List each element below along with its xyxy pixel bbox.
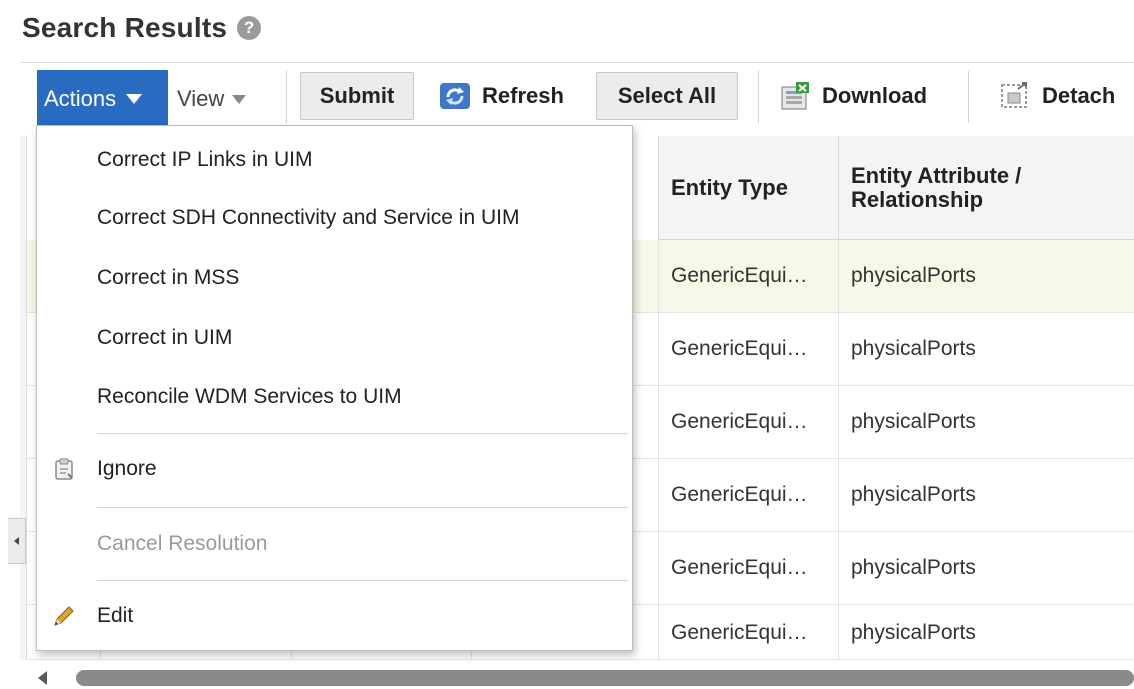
cell-entity-type: GenericEqui…	[658, 240, 838, 312]
cell-entity-attribute: physicalPorts	[838, 386, 1134, 458]
menu-item-edit[interactable]: Edit	[37, 588, 632, 644]
chevron-down-icon	[126, 94, 143, 104]
refresh-button[interactable]: Refresh	[438, 72, 564, 120]
page-title: Search Results	[22, 12, 228, 43]
cell-entity-type: GenericEqui…	[658, 605, 838, 660]
menu-item-ignore[interactable]: Ignore	[37, 441, 632, 497]
menu-item-correct-sdh[interactable]: Correct SDH Connectivity and Service in …	[37, 190, 632, 246]
download-label: Download	[822, 83, 928, 108]
menu-item-cancel-resolution: Cancel Resolution	[37, 516, 632, 572]
toolbar-divider	[758, 71, 759, 123]
menu-item-correct-ip-links[interactable]: Correct IP Links in UIM	[37, 132, 632, 188]
menu-divider	[97, 580, 628, 581]
download-button[interactable]: Download	[778, 72, 927, 120]
menu-item-label: Edit	[97, 604, 134, 627]
detach-button[interactable]: Detach	[998, 72, 1115, 120]
cell-entity-type: GenericEqui…	[658, 459, 838, 531]
toolbar: Actions View Submit Refresh Select All D…	[20, 62, 1134, 130]
menu-divider	[97, 507, 628, 508]
menu-divider	[97, 433, 628, 434]
menu-item-label: Correct IP Links in UIM	[97, 148, 313, 171]
menu-item-correct-in-mss[interactable]: Correct in MSS	[37, 250, 632, 306]
cell-entity-attribute: physicalPorts	[838, 459, 1134, 531]
collapse-panel-button[interactable]	[8, 518, 26, 564]
help-icon[interactable]: ?	[237, 16, 262, 40]
menu-item-correct-in-uim[interactable]: Correct in UIM	[37, 310, 632, 366]
view-menu-button[interactable]: View	[177, 70, 247, 128]
pencil-icon	[54, 606, 74, 626]
download-icon	[781, 82, 809, 110]
select-all-button[interactable]: Select All	[596, 72, 738, 120]
cell-entity-type: GenericEqui…	[658, 386, 838, 458]
submit-button[interactable]: Submit	[300, 72, 414, 120]
scroll-left-icon[interactable]	[38, 671, 47, 685]
menu-item-label: Correct in MSS	[97, 266, 240, 289]
scrollbar-thumb[interactable]	[76, 670, 1134, 686]
horizontal-scrollbar[interactable]	[38, 670, 1134, 686]
cell-entity-attribute: physicalPorts	[838, 532, 1134, 604]
row-header-strip	[20, 136, 27, 660]
actions-label: Actions	[44, 86, 117, 111]
cell-entity-attribute: physicalPorts	[838, 605, 1134, 660]
menu-item-label: Ignore	[97, 457, 157, 480]
column-header-entity-attribute[interactable]: Entity Attribute / Relationship	[838, 136, 1134, 240]
menu-item-label: Correct in UIM	[97, 326, 233, 349]
chevron-left-icon	[14, 537, 19, 545]
refresh-icon	[440, 83, 470, 109]
detach-icon	[1001, 82, 1027, 108]
actions-dropdown-menu: Correct IP Links in UIM Correct SDH Conn…	[36, 125, 633, 651]
menu-item-label: Correct SDH Connectivity and Service in …	[97, 206, 520, 229]
menu-item-reconcile-wdm[interactable]: Reconcile WDM Services to UIM	[37, 369, 632, 425]
cell-entity-attribute: physicalPorts	[838, 313, 1134, 385]
actions-menu-button[interactable]: Actions	[37, 70, 168, 128]
chevron-down-icon	[232, 94, 247, 104]
menu-item-label: Cancel Resolution	[97, 532, 268, 555]
toolbar-divider	[968, 71, 969, 123]
cell-entity-type: GenericEqui…	[658, 532, 838, 604]
refresh-label: Refresh	[482, 83, 564, 108]
view-label: View	[177, 86, 225, 111]
page-heading: Search Results ?	[22, 10, 262, 46]
toolbar-divider	[286, 71, 287, 123]
cell-entity-attribute: physicalPorts	[838, 240, 1134, 312]
cell-entity-type: GenericEqui…	[658, 313, 838, 385]
detach-label: Detach	[1042, 83, 1116, 108]
menu-item-label: Reconcile WDM Services to UIM	[97, 385, 402, 408]
column-header-entity-type[interactable]: Entity Type	[658, 136, 838, 240]
clipboard-icon	[55, 458, 73, 480]
